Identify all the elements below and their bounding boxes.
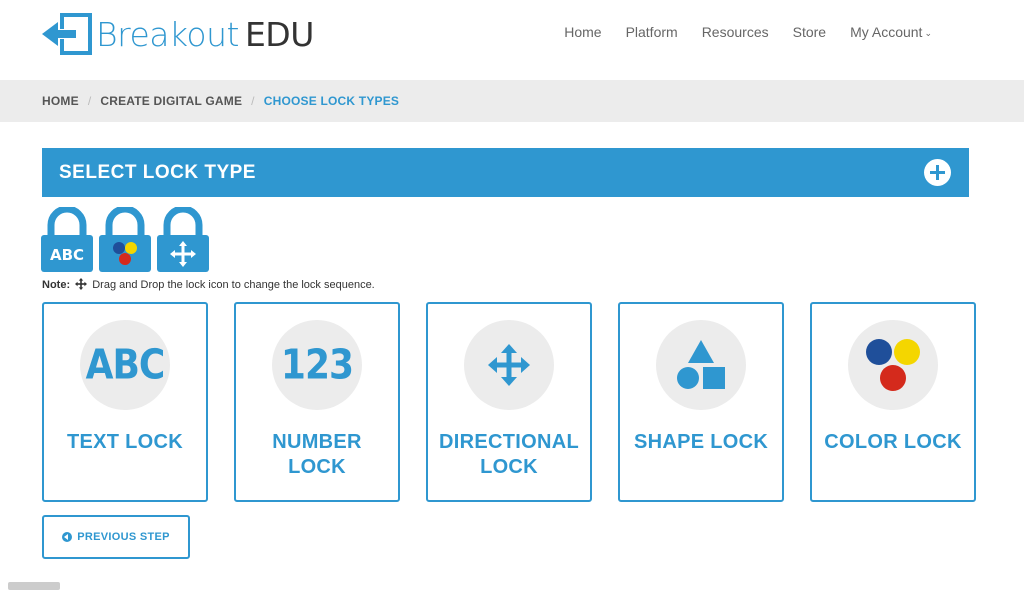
card-label: SHAPE LOCK (620, 430, 782, 455)
sequence-lock-directional[interactable] (156, 207, 210, 273)
arrows-icon (488, 344, 530, 386)
breadcrumb-current: CHOOSE LOCK TYPES (263, 94, 400, 108)
number-lock-card[interactable]: 123 NUMBER LOCK (234, 302, 400, 502)
card-label-line: DIRECTIONAL (439, 431, 579, 453)
nav-my-account[interactable]: My Account ⌄ (838, 23, 944, 42)
drag-note: Note: Drag and Drop the lock icon to cha… (42, 278, 375, 291)
directional-lock-icon (157, 207, 209, 272)
card-label: TEXT LOCK (44, 430, 206, 455)
note-text: Drag and Drop the lock icon to change th… (92, 279, 375, 291)
note-label: Note: (42, 279, 71, 291)
card-label-line: LOCK (480, 456, 538, 478)
breadcrumb-separator: / (251, 94, 255, 108)
main-nav: Home Platform Resources Store My Account… (552, 23, 944, 42)
sequence-lock-color[interactable] (98, 207, 152, 273)
breadcrumb-bar: HOME / CREATE DIGITAL GAME / CHOOSE LOCK… (0, 80, 1024, 122)
nav-my-account-label: My Account (850, 24, 923, 40)
select-lock-type-banner: SELECT LOCK TYPE (42, 148, 969, 197)
card-label-line: LOCK (288, 456, 346, 478)
lock-sequence: ABC (40, 207, 210, 273)
add-lock-button[interactable] (924, 159, 951, 186)
nav-resources[interactable]: Resources (690, 23, 781, 42)
shape-lock-card[interactable]: SHAPE LOCK (618, 302, 784, 502)
abc-lock-text: ABC (50, 246, 84, 264)
abc-lock-icon: ABC (41, 207, 93, 272)
site-header: Breakout EDU Home Platform Resources Stor… (0, 0, 1024, 80)
breadcrumb-home[interactable]: HOME (42, 94, 79, 108)
card-label: COLOR LOCK (812, 430, 974, 455)
breadcrumb-separator: / (87, 94, 92, 108)
square-shape (703, 367, 725, 389)
card-label: DIRECTIONAL LOCK (428, 430, 590, 480)
red-circle (880, 365, 906, 391)
section-title: SELECT LOCK TYPE (59, 162, 256, 183)
color-lock-icon (99, 207, 151, 272)
card-label: NUMBER LOCK (236, 430, 398, 480)
card-icon-circle: 123 (272, 320, 362, 410)
move-icon (75, 278, 88, 290)
number-icon: 123 (280, 341, 354, 389)
nav-store[interactable]: Store (781, 23, 838, 42)
card-label-line: NUMBER (272, 431, 362, 453)
breakout-edu-logo[interactable]: Breakout EDU (40, 12, 314, 56)
triangle-shape (688, 340, 714, 363)
nav-home[interactable]: Home (552, 23, 613, 42)
logo-brand: Breakout (96, 14, 239, 54)
previous-step-button[interactable]: PREVIOUS STEP (42, 515, 190, 559)
shapes-icon (677, 340, 725, 389)
card-label-line: COLOR LOCK (824, 431, 962, 453)
directional-lock-card[interactable]: DIRECTIONAL LOCK (426, 302, 592, 502)
circle-shape (677, 367, 699, 389)
nav-platform[interactable]: Platform (614, 23, 690, 42)
text-lock-card[interactable]: ABC TEXT LOCK (42, 302, 208, 502)
logo-suffix: EDU (244, 14, 314, 54)
color-lock-card[interactable]: COLOR LOCK (810, 302, 976, 502)
chevron-down-icon: ⌄ (924, 28, 932, 38)
sequence-lock-text[interactable]: ABC (40, 207, 94, 273)
breadcrumb-create-digital-game[interactable]: CREATE DIGITAL GAME (100, 94, 242, 108)
card-icon-circle (656, 320, 746, 410)
logo-exit-icon (42, 13, 92, 55)
breadcrumb: HOME / CREATE DIGITAL GAME / CHOOSE LOCK… (42, 94, 399, 108)
previous-step-label: PREVIOUS STEP (77, 531, 170, 543)
card-label-line: SHAPE LOCK (633, 431, 769, 453)
card-icon-circle (464, 320, 554, 410)
abc-icon: ABC (85, 341, 166, 389)
color-circles-icon (866, 339, 920, 391)
chevron-left-circle-icon (62, 532, 73, 542)
yellow-circle (894, 339, 920, 365)
blue-circle (866, 339, 892, 365)
made-with-badge-icon (8, 582, 60, 590)
card-icon-circle: ABC (80, 320, 170, 410)
lock-type-cards: ABC TEXT LOCK 123 NUMBER LOCK DIRECTIONA… (42, 302, 976, 502)
card-icon-circle (848, 320, 938, 410)
card-label-line: TEXT LOCK (66, 431, 184, 453)
